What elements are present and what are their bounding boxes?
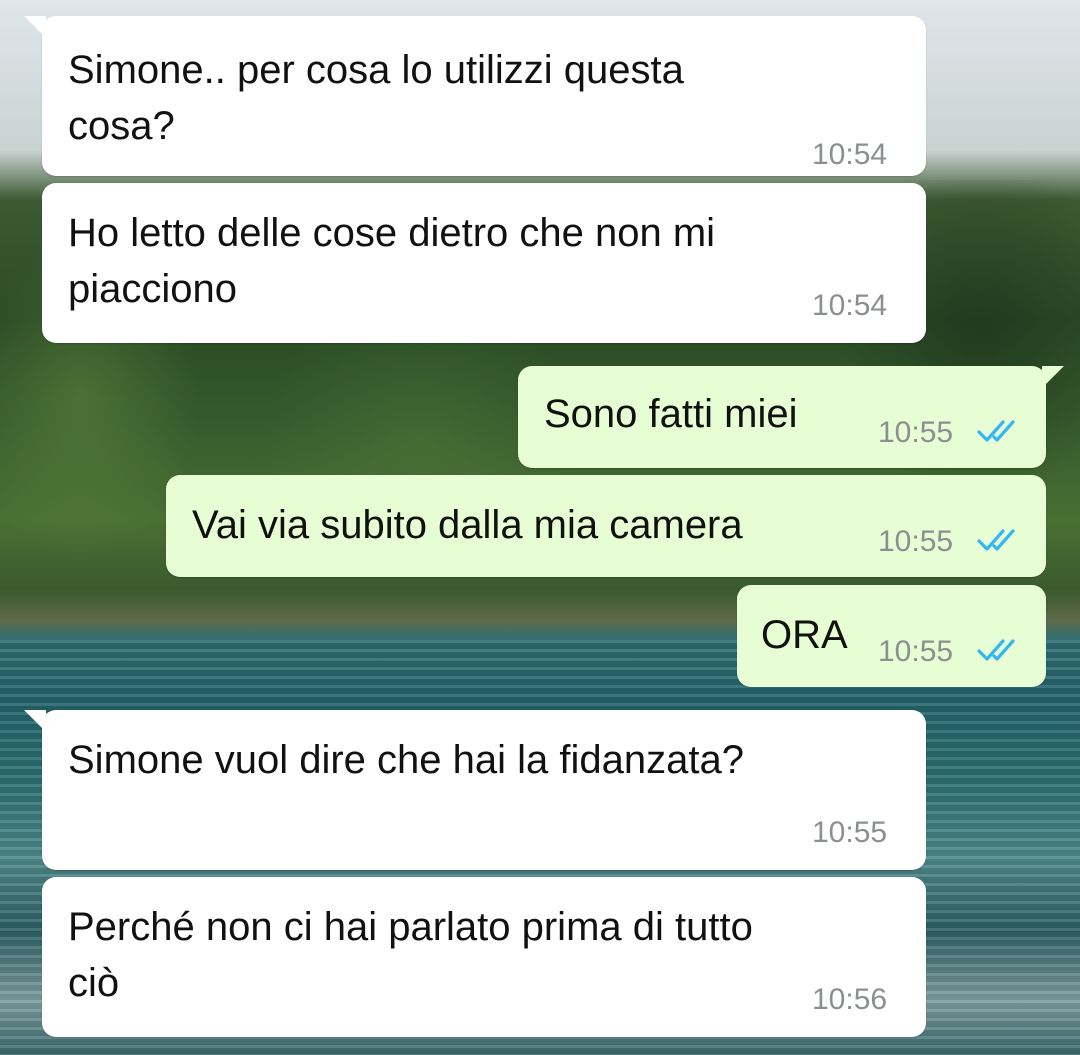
message-timestamp: 10:54 bbox=[812, 289, 888, 322]
double-check-icon bbox=[977, 420, 1015, 442]
bubble-tail bbox=[24, 16, 46, 38]
message-bubble-outgoing[interactable]: Vai via subito dalla mia camera 10:55 bbox=[166, 475, 1046, 577]
message-timestamp: 10:54 bbox=[812, 138, 888, 171]
message-text: Perché non ci hai parlato prima di tutto… bbox=[68, 905, 753, 1005]
message-text: Simone vuol dire che hai la fidanzata? bbox=[68, 738, 744, 782]
message-bubble-incoming[interactable]: Ho letto delle cose dietro che non mi pi… bbox=[42, 183, 926, 343]
message-timestamp: 10:55 bbox=[878, 525, 954, 558]
message-text: Simone.. per cosa lo utilizzi questa cos… bbox=[68, 48, 684, 148]
message-timestamp: 10:55 bbox=[812, 816, 888, 849]
message-bubble-incoming[interactable]: Perché non ci hai parlato prima di tutto… bbox=[42, 877, 926, 1037]
double-check-icon bbox=[977, 639, 1015, 661]
message-timestamp: 10:56 bbox=[812, 983, 888, 1016]
message-text: Ho letto delle cose dietro che non mi pi… bbox=[68, 211, 716, 311]
message-text: ORA bbox=[761, 613, 848, 657]
bubble-tail bbox=[1042, 366, 1064, 388]
message-bubble-incoming[interactable]: Simone.. per cosa lo utilizzi questa cos… bbox=[24, 16, 926, 176]
double-check-icon bbox=[977, 529, 1015, 551]
message-bubble-outgoing[interactable]: Sono fatti miei 10:55 bbox=[518, 366, 1064, 468]
message-bubble-outgoing[interactable]: ORA 10:55 bbox=[737, 585, 1046, 687]
message-timestamp: 10:55 bbox=[878, 635, 954, 668]
message-bubble-incoming[interactable]: Simone vuol dire che hai la fidanzata? 1… bbox=[24, 710, 926, 870]
message-text: Vai via subito dalla mia camera bbox=[192, 503, 743, 547]
bubble-tail bbox=[24, 710, 46, 732]
message-text: Sono fatti miei bbox=[544, 392, 798, 436]
message-timestamp: 10:55 bbox=[878, 416, 954, 449]
